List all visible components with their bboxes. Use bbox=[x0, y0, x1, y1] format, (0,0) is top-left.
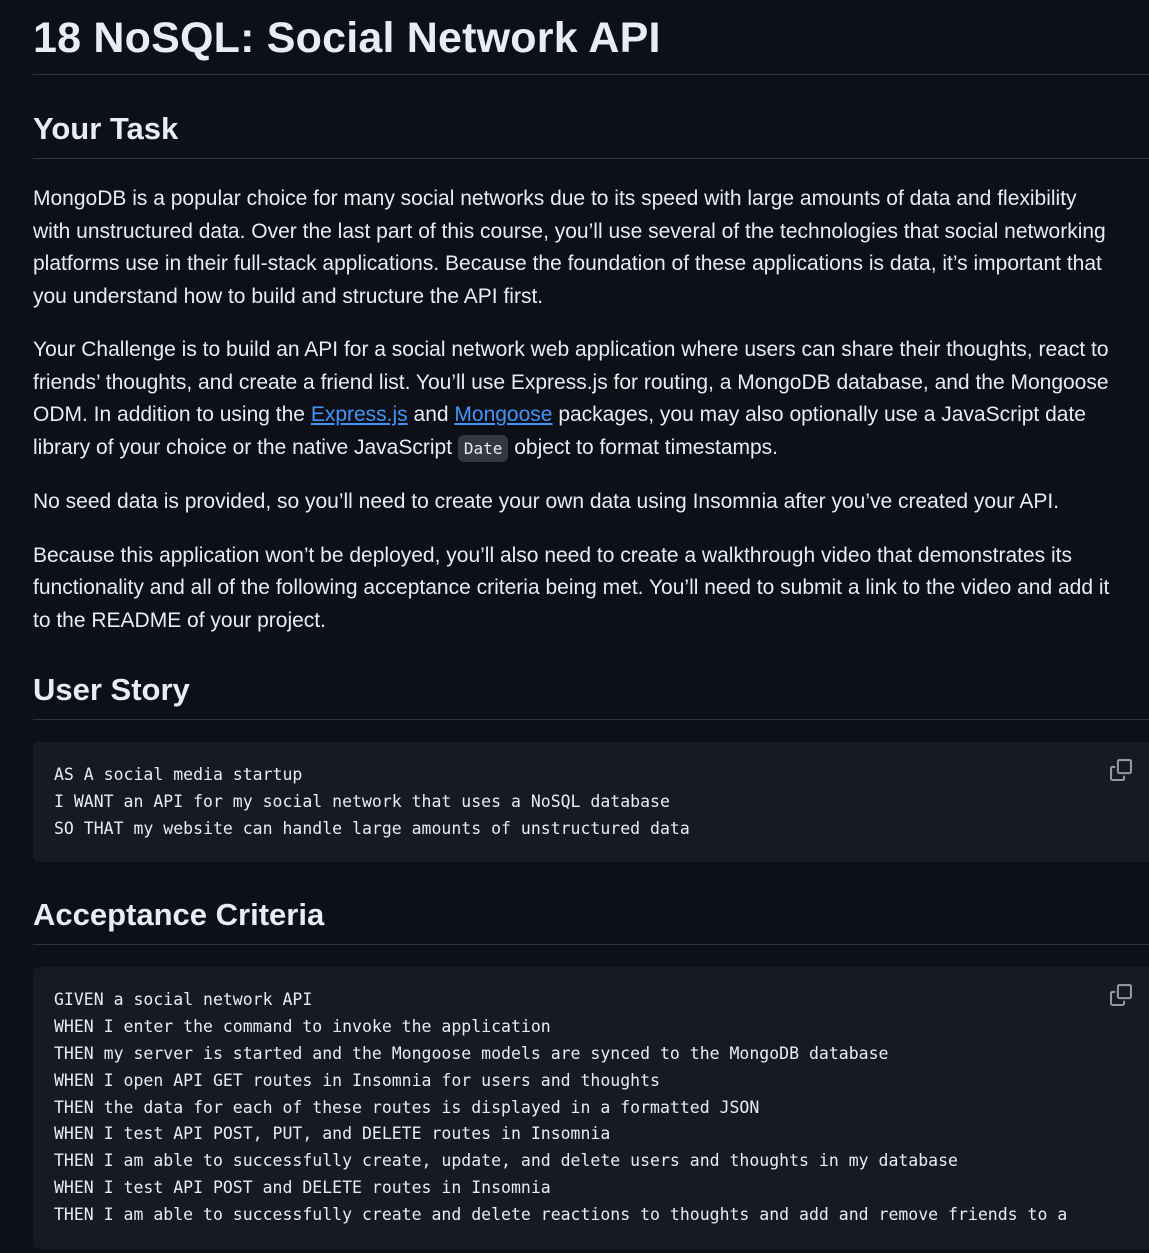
code-line: WHEN I enter the command to invoke the a… bbox=[54, 1017, 551, 1037]
code-text[interactable]: GIVEN a social network API WHEN I enter … bbox=[54, 987, 1149, 1228]
paragraph-seed-data: No seed data is provided, so you’ll need… bbox=[33, 490, 1060, 513]
text-line: friends’ thoughts, and create a friend l… bbox=[33, 370, 1109, 394]
text-fragment: object to format timestamps. bbox=[508, 435, 779, 459]
paragraph-intro: MongoDB is a popular choice for many soc… bbox=[33, 183, 1149, 313]
text-line: MongoDB is a popular choice for many soc… bbox=[33, 187, 1077, 210]
mongoose-link[interactable]: Mongoose bbox=[454, 403, 552, 426]
text-line: with unstructured data. Over the last pa… bbox=[33, 219, 1106, 243]
code-line: SO THAT my website can handle large amou… bbox=[54, 818, 690, 838]
text-fragment: and bbox=[407, 403, 455, 426]
code-line: THEN I am able to successfully create an… bbox=[54, 1204, 1068, 1224]
express-link[interactable]: Express.js bbox=[311, 403, 408, 426]
code-line: AS A social media startup bbox=[54, 765, 303, 784]
paragraph-walkthrough: Because this application won’t be deploy… bbox=[33, 540, 1149, 638]
copy-button[interactable] bbox=[1110, 759, 1132, 781]
text-fragment: ODM. In addition to using the bbox=[33, 403, 311, 426]
acceptance-criteria-code-block: GIVEN a social network API WHEN I enter … bbox=[33, 967, 1149, 1249]
text-line: platforms use in their full-stack applic… bbox=[33, 252, 1102, 275]
code-line: THEN the data for each of these routes i… bbox=[54, 1097, 760, 1117]
paragraph-challenge: Your Challenge is to build an API for a … bbox=[33, 334, 1149, 465]
copy-icon bbox=[1110, 984, 1132, 1007]
code-line: WHEN I open API GET routes in Insomnia f… bbox=[54, 1070, 660, 1090]
text-fragment: packages, you may also optionally use a … bbox=[552, 403, 1086, 426]
heading-user-story: User Story bbox=[33, 670, 1149, 720]
code-line: THEN I am able to successfully create, u… bbox=[54, 1151, 958, 1171]
inline-code-date: Date bbox=[457, 434, 509, 462]
text-line: you understand how to build and structur… bbox=[33, 284, 544, 308]
text-line: Your Challenge is to build an API for a … bbox=[33, 338, 1109, 361]
code-line: WHEN I test API POST and DELETE routes i… bbox=[54, 1177, 551, 1197]
heading-acceptance-criteria: Acceptance Criteria bbox=[33, 895, 1149, 946]
code-line: GIVEN a social network API bbox=[54, 990, 313, 1010]
text-line: functionality and all of the following a… bbox=[33, 576, 1110, 599]
copy-button[interactable] bbox=[1110, 984, 1132, 1007]
code-line: THEN my server is started and the Mongoo… bbox=[54, 1043, 889, 1063]
text-fragment: library of your choice or the native Jav… bbox=[33, 435, 458, 459]
copy-icon bbox=[1110, 759, 1132, 781]
user-story-code-block: AS A social media startup I WANT an API … bbox=[33, 742, 1149, 863]
readme-content: 18 NoSQL: Social Network API Your Task M… bbox=[33, 0, 1149, 1249]
heading-your-task: Your Task bbox=[33, 109, 1149, 159]
code-line: WHEN I test API POST, PUT, and DELETE ro… bbox=[54, 1124, 611, 1144]
code-text[interactable]: AS A social media startup I WANT an API … bbox=[54, 762, 1149, 842]
page-title: 18 NoSQL: Social Network API bbox=[33, 0, 1149, 75]
code-line: I WANT an API for my social network that… bbox=[54, 791, 670, 811]
text-line: Because this application won’t be deploy… bbox=[33, 543, 1072, 567]
text-line: to the README of your project. bbox=[33, 608, 326, 632]
